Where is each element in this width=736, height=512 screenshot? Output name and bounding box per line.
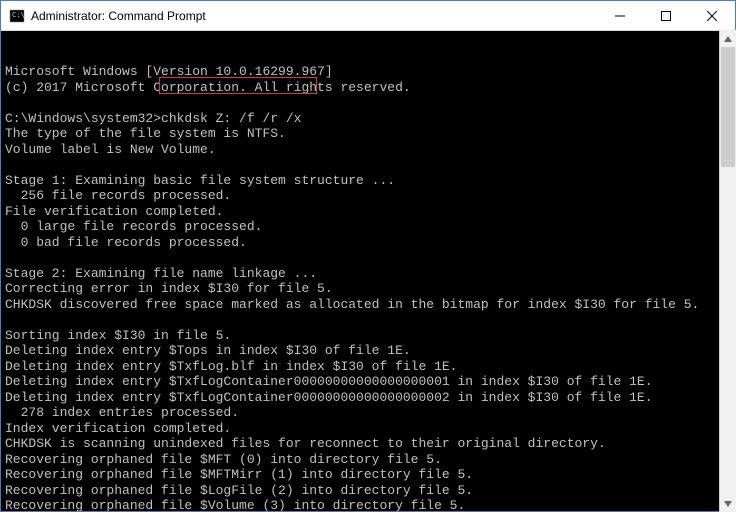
- terminal-line: (c) 2017 Microsoft Corporation. All righ…: [5, 80, 731, 96]
- terminal-line: 0 large file records processed.: [5, 219, 731, 235]
- terminal-line: Deleting index entry $TxfLogContainer000…: [5, 390, 731, 406]
- terminal-line: [5, 95, 731, 111]
- terminal-line: [5, 250, 731, 266]
- svg-text:C:\: C:\: [12, 11, 25, 19]
- terminal-line: Recovering orphaned file $Volume (3) int…: [5, 498, 731, 511]
- terminal-line: Stage 1: Examining basic file system str…: [5, 173, 731, 189]
- terminal-line: 278 index entries processed.: [5, 405, 731, 421]
- terminal-line: Deleting index entry $Tops in index $I30…: [5, 343, 731, 359]
- window-controls: [597, 1, 735, 30]
- terminal-output[interactable]: Microsoft Windows [Version 10.0.16299.96…: [1, 31, 735, 511]
- terminal-line: Recovering orphaned file $MFT (0) into d…: [5, 452, 731, 468]
- terminal-line: Microsoft Windows [Version 10.0.16299.96…: [5, 64, 731, 80]
- terminal-line: 256 file records processed.: [5, 188, 731, 204]
- scrollbar[interactable]: [719, 30, 736, 512]
- terminal-line: CHKDSK discovered free space marked as a…: [5, 297, 731, 313]
- terminal-line: Recovering orphaned file $MFTMirr (1) in…: [5, 467, 731, 483]
- terminal-line: Recovering orphaned file $LogFile (2) in…: [5, 483, 731, 499]
- terminal-line: File verification completed.: [5, 204, 731, 220]
- close-button[interactable]: [689, 1, 735, 30]
- cmd-icon: C:\: [9, 8, 25, 24]
- scroll-up-button[interactable]: [720, 30, 736, 47]
- terminal-line: CHKDSK is scanning unindexed files for r…: [5, 436, 731, 452]
- terminal-line: Sorting index $I30 in file 5.: [5, 328, 731, 344]
- window-titlebar[interactable]: C:\ Administrator: Command Prompt: [1, 1, 735, 31]
- scroll-down-button[interactable]: [720, 495, 736, 512]
- terminal-line: Deleting index entry $TxfLogContainer000…: [5, 374, 731, 390]
- terminal-line: [5, 312, 731, 328]
- terminal-line: C:\Windows\system32>chkdsk Z: /f /r /x: [5, 111, 731, 127]
- terminal-line: Stage 2: Examining file name linkage ...: [5, 266, 731, 282]
- terminal-line: Volume label is New Volume.: [5, 142, 731, 158]
- window-title: Administrator: Command Prompt: [31, 9, 597, 23]
- terminal-line: 0 bad file records processed.: [5, 235, 731, 251]
- terminal-line: [5, 157, 731, 173]
- scrollbar-thumb[interactable]: [721, 47, 735, 167]
- maximize-button[interactable]: [643, 1, 689, 30]
- terminal-line: The type of the file system is NTFS.: [5, 126, 731, 142]
- terminal-line: Deleting index entry $TxfLog.blf in inde…: [5, 359, 731, 375]
- minimize-button[interactable]: [597, 1, 643, 30]
- terminal-line: Correcting error in index $I30 for file …: [5, 281, 731, 297]
- terminal-line: Index verification completed.: [5, 421, 731, 437]
